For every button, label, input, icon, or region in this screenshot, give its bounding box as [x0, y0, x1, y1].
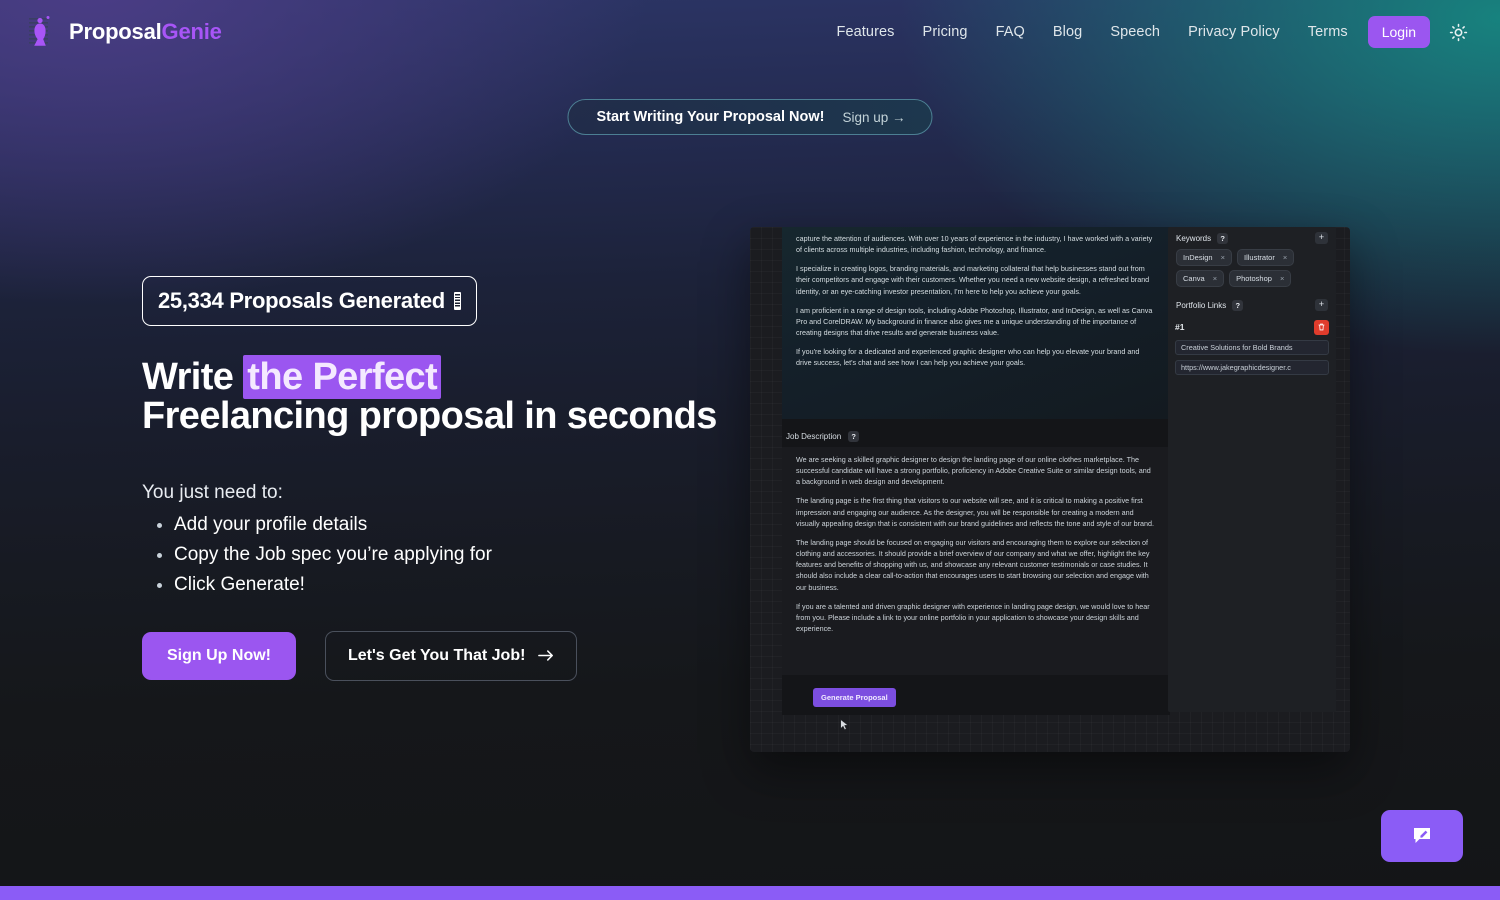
keyword-chip-illustrator[interactable]: Illustrator ×	[1237, 249, 1295, 266]
keywords-chip-list: InDesign × Illustrator × Canva × Photosh…	[1168, 244, 1336, 287]
job-description-paragraph: We are seeking a skilled graphic designe…	[796, 455, 1151, 487]
nav-item-faq[interactable]: FAQ	[982, 17, 1039, 47]
keyword-label: InDesign	[1183, 253, 1213, 262]
sun-icon	[1449, 23, 1467, 41]
list-item: Add your profile details	[174, 510, 782, 540]
brand-logo[interactable]: ProposalGenie	[28, 14, 222, 50]
keywords-label: Keywords	[1176, 233, 1212, 243]
brand-word-1: Proposal	[69, 19, 162, 44]
proposals-count-label: Proposals Generated	[229, 288, 445, 313]
profile-paragraph: capture the attention of audiences. With…	[796, 234, 1153, 255]
proposals-count: 25,334	[158, 288, 224, 313]
profile-paragraph: I am proficient in a range of design too…	[796, 305, 1153, 338]
theme-toggle-button[interactable]	[1444, 18, 1472, 46]
proposals-generated-text: 25,334 Proposals Generated	[158, 288, 445, 314]
arrow-right-icon	[538, 650, 554, 661]
cta-row: Sign Up Now! Let's Get You That Job!	[142, 630, 782, 681]
steps-list: Add your profile details Copy the Job sp…	[142, 510, 782, 599]
close-icon[interactable]: ×	[1213, 274, 1217, 283]
screenshot-editor-column: capture the attention of audiences. With…	[782, 227, 1170, 730]
brand-name: ProposalGenie	[69, 21, 222, 43]
nav-item-privacy-policy[interactable]: Privacy Policy	[1174, 17, 1294, 47]
portfolio-link-row: #1	[1168, 319, 1336, 335]
get-you-that-job-button[interactable]: Let's Get You That Job!	[324, 630, 578, 681]
app-screenshot-preview: capture the attention of audiences. With…	[750, 227, 1350, 752]
job-description-label: Job Description	[786, 432, 842, 441]
genie-lamp-icon	[29, 16, 50, 46]
nav-item-terms[interactable]: Terms	[1294, 17, 1362, 47]
list-item: Click Generate!	[174, 570, 782, 600]
login-button[interactable]: Login	[1367, 16, 1430, 48]
add-portfolio-link-button[interactable]: +	[1315, 299, 1328, 311]
headline-line2: Freelancing proposal in seconds	[142, 395, 717, 438]
screenshot-sidebar-panel: Keywords ? + InDesign × Illustrator × Ca…	[1168, 227, 1336, 712]
close-icon[interactable]: ×	[1221, 253, 1225, 262]
close-icon[interactable]: ×	[1280, 274, 1284, 283]
keyword-label: Photoshop	[1236, 274, 1272, 283]
headline-highlight: the Perfect	[243, 355, 442, 399]
counter-bar-icon	[453, 292, 461, 310]
job-description-textarea[interactable]: We are seeking a skilled graphic designe…	[782, 447, 1170, 675]
job-description-paragraph: The landing page should be focused on en…	[796, 537, 1150, 592]
close-icon[interactable]: ×	[1283, 253, 1287, 262]
sign-up-now-button[interactable]: Sign Up Now!	[142, 631, 296, 680]
profile-details-textarea[interactable]: capture the attention of audiences. With…	[782, 227, 1170, 419]
nav-links: Features Pricing FAQ Blog Speech Privacy…	[823, 16, 1472, 48]
job-description-paragraph: The landing page is the first thing that…	[796, 496, 1154, 528]
nav-item-blog[interactable]: Blog	[1039, 17, 1096, 47]
announcement-banner[interactable]: Start Writing Your Proposal Now! Sign up…	[567, 99, 933, 135]
portfolio-links-header: Portfolio Links ? +	[1168, 299, 1336, 311]
bottom-accent-bar	[0, 886, 1500, 900]
list-item: Copy the Job spec you’re applying for	[174, 540, 782, 570]
keyword-label: Illustrator	[1244, 253, 1275, 262]
portfolio-title-input[interactable]: Creative Solutions for Bold Brands	[1175, 340, 1329, 355]
job-description-label-row: Job Description ?	[782, 431, 1170, 442]
nav-item-pricing[interactable]: Pricing	[909, 17, 982, 47]
portfolio-url-input[interactable]: https://www.jakegraphicdesigner.c	[1175, 360, 1329, 375]
mouse-cursor-icon	[840, 719, 849, 730]
chat-edit-icon	[1414, 828, 1430, 843]
nav-item-speech[interactable]: Speech	[1096, 17, 1174, 47]
hero-left-column: 25,334 Proposals Generated Write the Per…	[142, 276, 782, 681]
delete-portfolio-link-button[interactable]	[1314, 319, 1329, 335]
headline-line1-pre: Write	[142, 356, 244, 398]
get-you-that-job-label: Let's Get You That Job!	[347, 646, 526, 664]
keyword-chip-indesign[interactable]: InDesign ×	[1176, 249, 1232, 266]
help-icon[interactable]: ?	[848, 431, 860, 442]
trash-icon	[1318, 323, 1325, 331]
keyword-chip-photoshop[interactable]: Photoshop ×	[1229, 270, 1292, 287]
steps-title: You just need to:	[142, 482, 283, 504]
announcement-signup-link[interactable]: Sign up →	[842, 110, 905, 125]
page-root: ProposalGenie Features Pricing FAQ Blog …	[0, 0, 1500, 900]
proposals-generated-badge: 25,334 Proposals Generated	[142, 276, 477, 326]
keyword-label: Canva	[1183, 274, 1205, 283]
job-description-paragraph: If you are a talented and driven graphic…	[796, 601, 1150, 634]
profile-paragraph: If you're looking for a dedicated and ex…	[796, 347, 1140, 368]
add-keyword-button[interactable]: +	[1315, 232, 1328, 244]
page-title: Write the Perfect Freelancing proposal i…	[142, 355, 782, 438]
top-navigation-bar: ProposalGenie Features Pricing FAQ Blog …	[0, 0, 1500, 64]
generate-proposal-button[interactable]: Generate Proposal	[813, 688, 896, 707]
chat-widget-button[interactable]	[1381, 810, 1463, 862]
brand-word-2: Genie	[161, 19, 222, 44]
help-icon[interactable]: ?	[1217, 232, 1229, 244]
nav-item-features[interactable]: Features	[823, 17, 909, 47]
portfolio-links-label: Portfolio Links	[1176, 300, 1227, 310]
announcement-text: Start Writing Your Proposal Now!	[596, 109, 825, 125]
portfolio-link-index: #1	[1175, 322, 1185, 332]
keyword-chip-canva[interactable]: Canva ×	[1176, 270, 1225, 287]
help-icon[interactable]: ?	[1232, 299, 1244, 311]
profile-paragraph: I specialize in creating logos, branding…	[796, 264, 1150, 296]
keywords-header: Keywords ? +	[1168, 232, 1336, 244]
